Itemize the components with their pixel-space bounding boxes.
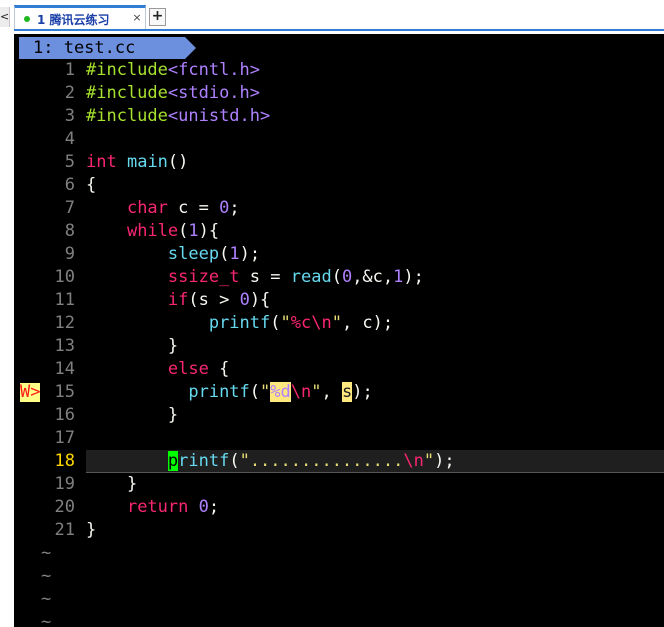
code-line: 13 } bbox=[14, 335, 664, 358]
line-number: 21 bbox=[54, 520, 75, 540]
code-line: 16 } bbox=[14, 404, 664, 427]
line-code: ssize_t s = read(0,&c,1); bbox=[167, 267, 424, 287]
code-line: 7 char c = 0; bbox=[14, 197, 664, 220]
empty-line-marker: ~ bbox=[41, 612, 52, 627]
line-number: 13 bbox=[54, 336, 75, 356]
line-code: } bbox=[86, 405, 179, 425]
line-number: 9 bbox=[64, 244, 75, 264]
buffer-tab-test-cc[interactable]: 1: test.cc bbox=[19, 37, 185, 59]
line-code: #include<stdio.h> bbox=[86, 83, 261, 103]
code-line: 17 bbox=[14, 427, 664, 450]
line-number: 17 bbox=[54, 428, 75, 448]
line-number: 16 bbox=[54, 405, 75, 425]
code-line: 2 #include<stdio.h> bbox=[14, 82, 664, 105]
line-number: 6 bbox=[64, 175, 75, 195]
line-code: printf("%c\n", c); bbox=[208, 313, 394, 333]
line-code: } bbox=[86, 520, 97, 540]
line-number: 4 bbox=[64, 129, 75, 149]
code-line: 12 printf("%c\n", c); bbox=[14, 312, 664, 335]
line-number: 14 bbox=[54, 359, 75, 379]
line-code: } bbox=[86, 474, 138, 494]
code-line: 10 ssize_t s = read(0,&c,1); bbox=[14, 266, 664, 289]
warning-sign[interactable]: W> bbox=[20, 381, 42, 404]
code-line: 20 return 0; bbox=[14, 496, 664, 519]
line-number: 18 bbox=[54, 451, 75, 471]
empty-line-marker: ~ bbox=[41, 543, 52, 563]
tab-title: 腾讯云练习 bbox=[49, 13, 110, 27]
buffer-tab-arrow bbox=[185, 37, 196, 59]
line-code: sleep(1); bbox=[167, 244, 261, 264]
tab-tencent-cloud-practice[interactable]: 1 腾讯云练习 × bbox=[14, 5, 146, 30]
line-code: printf("...............\n"); bbox=[167, 451, 455, 471]
code-line: 11 if(s > 0){ bbox=[14, 289, 664, 312]
window-tab-bar: < 1 腾讯云练习 × + bbox=[0, 0, 664, 34]
code-line-current: 18 printf("...............\n"); bbox=[14, 450, 664, 473]
code-line: 1 #include<fcntl.h> bbox=[14, 59, 664, 82]
scroll-tabs-left-button[interactable]: < bbox=[0, 7, 10, 27]
line-number: 10 bbox=[54, 267, 75, 287]
code-line: 3 #include<unistd.h> bbox=[14, 105, 664, 128]
line-code: else { bbox=[167, 359, 230, 379]
line-number: 1 bbox=[64, 60, 75, 80]
tab-index: 1 bbox=[37, 13, 46, 27]
line-code: #include<unistd.h> bbox=[86, 106, 271, 126]
code-line: 9 sleep(1); bbox=[14, 243, 664, 266]
line-number: 15 bbox=[54, 382, 75, 402]
connection-status-icon bbox=[24, 16, 30, 22]
line-code: } bbox=[86, 336, 179, 356]
code-line-warning: W> 15 printf("%d\n", s); bbox=[14, 381, 664, 404]
line-code: { bbox=[86, 175, 97, 195]
terminal-editor[interactable]: 1: test.cc 1 #include<fcntl.h> 2 #includ… bbox=[14, 34, 664, 627]
line-code: while(1){ bbox=[126, 221, 220, 241]
line-number: 7 bbox=[64, 198, 75, 218]
tab-label: 1 腾讯云练习 bbox=[37, 11, 110, 28]
line-number: 2 bbox=[64, 83, 75, 103]
line-code: #include<fcntl.h> bbox=[86, 60, 261, 80]
code-line: 14 else { bbox=[14, 358, 664, 381]
line-number: 20 bbox=[54, 497, 75, 517]
line-code: return 0; bbox=[126, 497, 220, 517]
line-number: 19 bbox=[54, 474, 75, 494]
code-line: 8 while(1){ bbox=[14, 220, 664, 243]
line-code: printf("%d\n", s); bbox=[188, 382, 373, 402]
line-code: int main() bbox=[86, 152, 189, 172]
line-code: char c = 0; bbox=[126, 198, 240, 218]
text-cursor: p bbox=[167, 451, 179, 471]
code-line: 5 int main() bbox=[14, 151, 664, 174]
line-number: 12 bbox=[54, 313, 75, 333]
empty-line-marker: ~ bbox=[41, 566, 52, 586]
code-line: 21 } bbox=[14, 519, 664, 542]
line-code: if(s > 0){ bbox=[167, 290, 271, 310]
code-line: 4 bbox=[14, 128, 664, 151]
buffer-line: 1: test.cc bbox=[19, 37, 664, 59]
warning-sign-text: W> bbox=[20, 382, 41, 402]
code-line: 19 } bbox=[14, 473, 664, 496]
code-line: 6 { bbox=[14, 174, 664, 197]
line-number: 11 bbox=[54, 290, 75, 310]
line-number: 3 bbox=[64, 106, 75, 126]
new-tab-button[interactable]: + bbox=[149, 8, 166, 26]
tab-underline bbox=[14, 29, 664, 31]
empty-line-marker: ~ bbox=[41, 589, 52, 609]
line-number: 8 bbox=[64, 221, 75, 241]
line-number: 5 bbox=[64, 152, 75, 172]
close-icon[interactable]: × bbox=[131, 11, 143, 25]
